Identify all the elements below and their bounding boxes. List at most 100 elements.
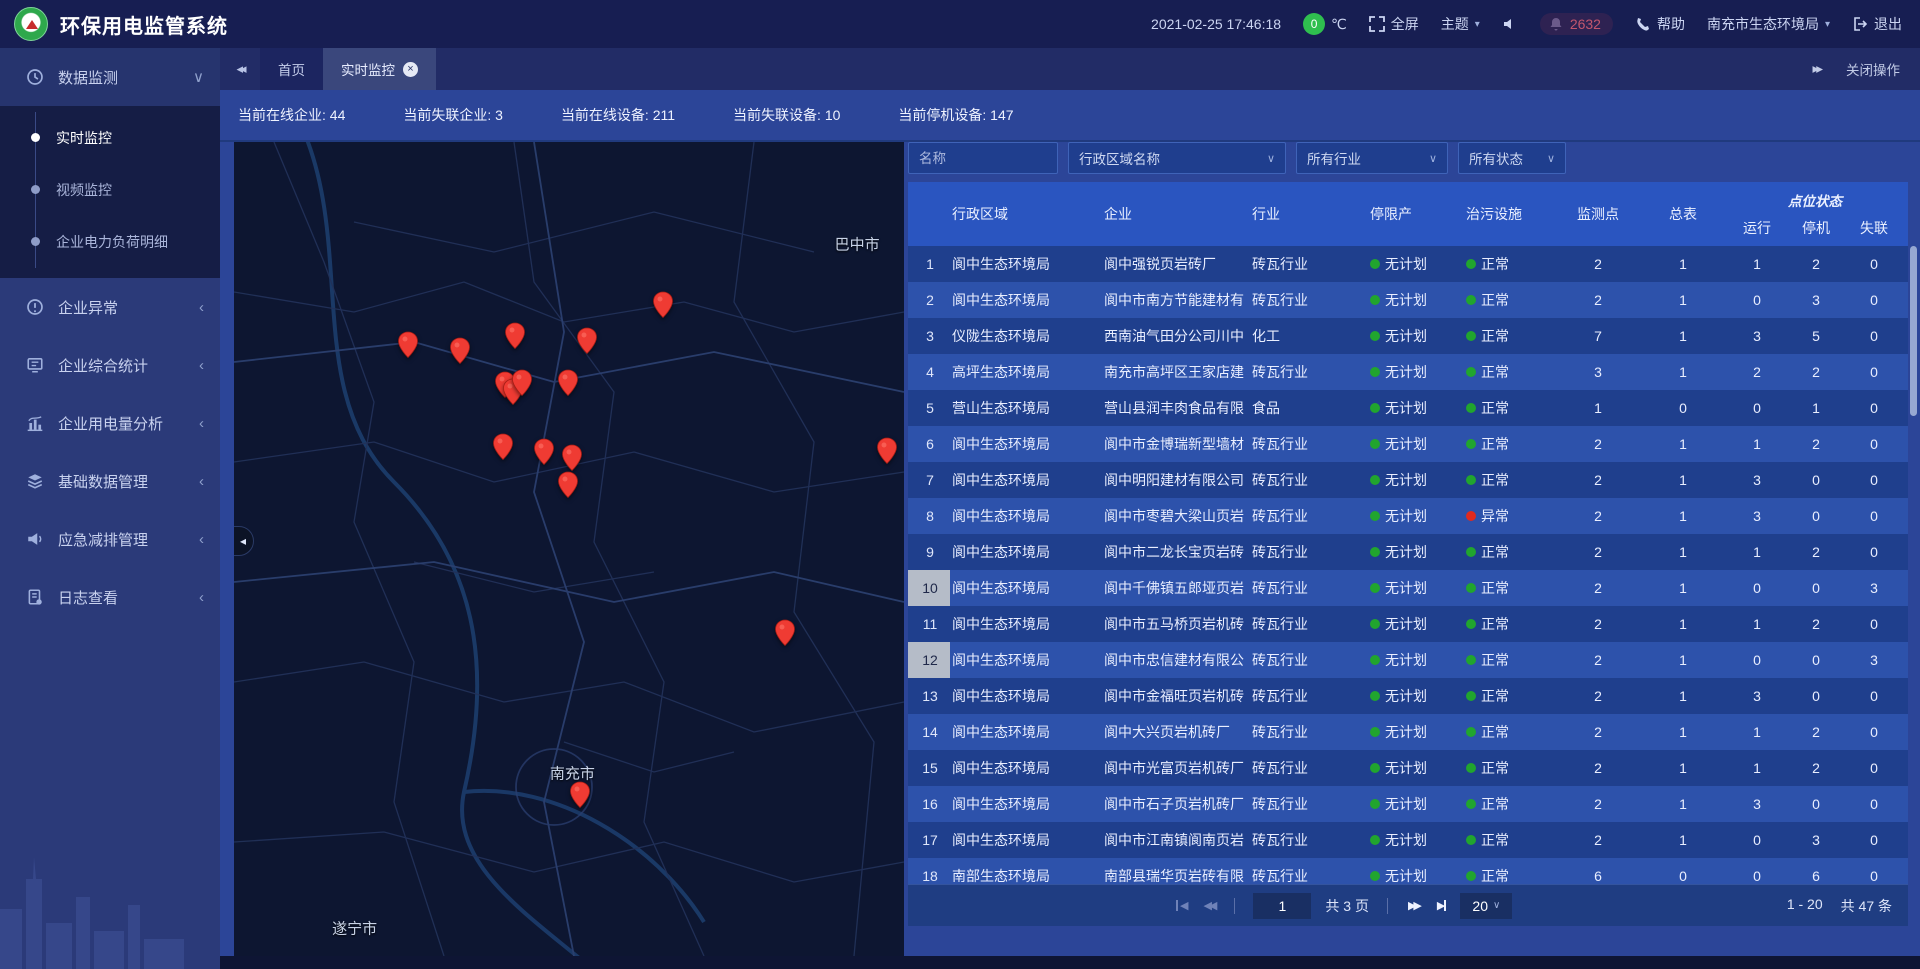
layers-icon bbox=[26, 472, 44, 490]
cell-company: 阆中大兴页岩机砖厂 bbox=[1102, 714, 1250, 750]
table-row[interactable]: 9阆中生态环境局阆中市二龙长宝页岩砖砖瓦行业无计划正常21120 bbox=[908, 534, 1908, 570]
status-select[interactable]: 所有状态∨ bbox=[1458, 142, 1566, 174]
page-size-select[interactable]: 20∨ bbox=[1460, 893, 1512, 919]
table-row[interactable]: 6阆中生态环境局阆中市金博瑞新型墙材砖瓦行业无计划正常21120 bbox=[908, 426, 1908, 462]
table-scrollbar[interactable] bbox=[1910, 246, 1917, 884]
tab-实时监控[interactable]: 实时监控× bbox=[323, 48, 436, 90]
table-row[interactable]: 7阆中生态环境局阆中明阳建材有限公司砖瓦行业无计划正常21300 bbox=[908, 462, 1908, 498]
cell-index: 16 bbox=[908, 786, 950, 822]
name-search-input[interactable] bbox=[908, 142, 1058, 174]
cell-index: 15 bbox=[908, 750, 950, 786]
main-content: ◂◂ 首页实时监控× ▸▸ 关闭操作 当前在线企业: 44当前失联企业: 3当前… bbox=[220, 48, 1920, 969]
sidebar-subitem[interactable]: 企业电力负荷明细 bbox=[0, 216, 220, 268]
sidebar-item-3[interactable]: 企业用电量分析‹ bbox=[0, 394, 220, 452]
table-row[interactable]: 1阆中生态环境局阆中强锐页岩砖厂砖瓦行业无计划正常21120 bbox=[908, 246, 1908, 282]
sidebar-item-label: 企业综合统计 bbox=[58, 355, 148, 376]
logout-button[interactable]: 退出 bbox=[1852, 14, 1902, 34]
map-pin-icon[interactable] bbox=[876, 437, 898, 465]
table-row[interactable]: 5营山生态环境局营山县润丰肉食品有限食品无计划正常10010 bbox=[908, 390, 1908, 426]
cell-industry: 砖瓦行业 bbox=[1250, 858, 1368, 884]
status-dot bbox=[1370, 691, 1380, 701]
first-page-button[interactable]: ◀ bbox=[1176, 899, 1187, 912]
map-pin-icon[interactable] bbox=[576, 327, 598, 355]
map-pin-icon[interactable] bbox=[557, 369, 579, 397]
cell-points: 2 bbox=[1556, 750, 1640, 786]
status-dot bbox=[1370, 295, 1380, 305]
sidebar-item-5[interactable]: 应急减排管理‹ bbox=[0, 510, 220, 568]
tab-首页[interactable]: 首页 bbox=[260, 48, 323, 90]
theme-dropdown[interactable]: 主题▾ bbox=[1441, 14, 1480, 34]
table-row[interactable]: 12阆中生态环境局阆中市忠信建材有限公砖瓦行业无计划正常21003 bbox=[908, 642, 1908, 678]
sidebar-item-1[interactable]: 企业异常‹ bbox=[0, 278, 220, 336]
notification-badge[interactable]: 2632 bbox=[1540, 13, 1613, 35]
temperature-unit: ℃ bbox=[1331, 16, 1347, 33]
table-row[interactable]: 2阆中生态环境局阆中市南方节能建材有砖瓦行业无计划正常21030 bbox=[908, 282, 1908, 318]
region-select[interactable]: 行政区域名称∨ bbox=[1068, 142, 1286, 174]
table-row[interactable]: 17阆中生态环境局阆中市江南镇阆南页岩砖瓦行业无计划正常21030 bbox=[908, 822, 1908, 858]
map-pin-icon[interactable] bbox=[652, 291, 674, 319]
status-dot bbox=[1466, 727, 1476, 737]
cell-stop: 0 bbox=[1788, 498, 1844, 534]
map-pin-icon[interactable] bbox=[774, 619, 796, 647]
table-row[interactable]: 15阆中生态环境局阆中市光富页岩机砖厂砖瓦行业无计划正常21120 bbox=[908, 750, 1908, 786]
sidebar-item-0[interactable]: 数据监测∨ bbox=[0, 48, 220, 106]
chevron-down-icon: ∨ bbox=[193, 68, 204, 86]
table-row[interactable]: 4高坪生态环境局南充市高坪区王家店建砖瓦行业无计划正常31220 bbox=[908, 354, 1908, 390]
cell-index: 9 bbox=[908, 534, 950, 570]
last-page-button[interactable]: ▶ bbox=[1435, 899, 1446, 912]
map-pin-icon[interactable] bbox=[561, 444, 583, 472]
tab-close-icon[interactable]: × bbox=[403, 62, 418, 77]
org-dropdown[interactable]: 南充市生态环境局▾ bbox=[1707, 14, 1830, 34]
tabs-scroll-left-icon[interactable]: ◂◂ bbox=[220, 48, 260, 90]
map-panel[interactable]: 巴中市南充市遂宁市 ◂ bbox=[234, 142, 904, 956]
cell-index: 18 bbox=[908, 858, 950, 884]
cell-industry: 砖瓦行业 bbox=[1250, 606, 1368, 642]
table-row[interactable]: 18南部生态环境局南部县瑞华页岩砖有限砖瓦行业无计划正常60060 bbox=[908, 858, 1908, 884]
table-row[interactable]: 8阆中生态环境局阆中市枣碧大梁山页岩砖瓦行业无计划异常21300 bbox=[908, 498, 1908, 534]
map-pin-icon[interactable] bbox=[511, 369, 533, 397]
cell-lost: 3 bbox=[1844, 642, 1904, 678]
sidebar-subitem[interactable]: 视频监控 bbox=[0, 164, 220, 216]
next-page-button[interactable]: ▶▶ bbox=[1406, 899, 1421, 912]
map-pin-icon[interactable] bbox=[397, 331, 419, 359]
cell-meters: 1 bbox=[1640, 750, 1726, 786]
table-row[interactable]: 16阆中生态环境局阆中市石子页岩机砖厂砖瓦行业无计划正常21300 bbox=[908, 786, 1908, 822]
status-dot bbox=[1466, 295, 1476, 305]
cell-facility: 正常 bbox=[1464, 426, 1556, 462]
cell-index: 14 bbox=[908, 714, 950, 750]
cell-lost: 0 bbox=[1844, 678, 1904, 714]
map-pin-icon[interactable] bbox=[557, 471, 579, 499]
table-row[interactable]: 3仪陇生态环境局西南油气田分公司川中化工无计划正常71350 bbox=[908, 318, 1908, 354]
prev-page-button[interactable]: ◀◀ bbox=[1201, 899, 1216, 912]
industry-select[interactable]: 所有行业∨ bbox=[1296, 142, 1448, 174]
stat-当前失联企业: 当前失联企业: 3 bbox=[403, 105, 503, 125]
map-pin-icon[interactable] bbox=[504, 322, 526, 350]
speaker-icon bbox=[26, 530, 44, 548]
cell-company: 阆中市金博瑞新型墙材 bbox=[1102, 426, 1250, 462]
map-pin-icon[interactable] bbox=[533, 438, 555, 466]
sidebar-item-2[interactable]: 企业综合统计‹ bbox=[0, 336, 220, 394]
cell-points: 2 bbox=[1556, 678, 1640, 714]
cell-meters: 1 bbox=[1640, 498, 1726, 534]
map-pin-icon[interactable] bbox=[449, 337, 471, 365]
sidebar-item-6[interactable]: 日志查看‹ bbox=[0, 568, 220, 626]
table-row[interactable]: 13阆中生态环境局阆中市金福旺页岩机砖砖瓦行业无计划正常21300 bbox=[908, 678, 1908, 714]
fullscreen-button[interactable]: 全屏 bbox=[1369, 14, 1419, 34]
tabs-scroll-right-icon[interactable]: ▸▸ bbox=[1812, 61, 1820, 77]
status-dot bbox=[1466, 547, 1476, 557]
cell-plan: 无计划 bbox=[1368, 570, 1464, 606]
filter-row: 行政区域名称∨ 所有行业∨ 所有状态∨ bbox=[908, 142, 1908, 174]
table-row[interactable]: 10阆中生态环境局阆中千佛镇五郎垭页岩砖瓦行业无计划正常21003 bbox=[908, 570, 1908, 606]
cell-run: 0 bbox=[1726, 390, 1788, 426]
mute-button[interactable] bbox=[1502, 16, 1518, 32]
sidebar-subitem[interactable]: 实时监控 bbox=[0, 112, 220, 164]
map-pin-icon[interactable] bbox=[492, 433, 514, 461]
sidebar-item-4[interactable]: 基础数据管理‹ bbox=[0, 452, 220, 510]
table-row[interactable]: 14阆中生态环境局阆中大兴页岩机砖厂砖瓦行业无计划正常21120 bbox=[908, 714, 1908, 750]
monitor-panel: 行政区域名称∨ 所有行业∨ 所有状态∨ 行政区域 企业 行业 停限产 治污设施 … bbox=[908, 142, 1908, 926]
map-pin-icon[interactable] bbox=[569, 781, 591, 809]
table-row[interactable]: 11阆中生态环境局阆中市五马桥页岩机砖砖瓦行业无计划正常21120 bbox=[908, 606, 1908, 642]
close-operations-button[interactable]: 关闭操作 bbox=[1846, 59, 1900, 79]
page-number-input[interactable]: 1 bbox=[1253, 893, 1311, 919]
help-button[interactable]: 帮助 bbox=[1635, 14, 1685, 34]
